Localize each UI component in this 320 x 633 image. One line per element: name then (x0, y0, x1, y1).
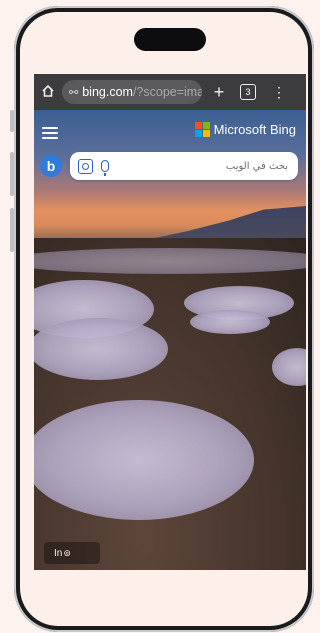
search-box[interactable] (70, 152, 298, 180)
background-mountain (136, 206, 306, 242)
search-input[interactable] (109, 159, 290, 173)
url-host: bing.com (82, 85, 133, 99)
bing-logo[interactable]: Microsoft Bing (194, 122, 296, 137)
salt-flat (190, 310, 270, 334)
camera-search-icon[interactable] (78, 158, 93, 174)
copilot-button[interactable]: b (40, 155, 62, 177)
dynamic-island (134, 28, 206, 51)
location-pin-icon: ⊚ (63, 547, 71, 558)
volume-up-button (10, 152, 14, 196)
background-image (34, 238, 306, 570)
more-vert-icon[interactable]: ⋮ (264, 84, 294, 101)
browser-screen: ⚯ bing.com/?scope=imag + 3 ⋮ Microsoft (34, 74, 306, 570)
search-row: b (40, 152, 298, 180)
url-path: /?scope=imag (132, 85, 202, 99)
salt-flat (34, 400, 254, 520)
salt-flat (34, 248, 306, 274)
tune-icon[interactable]: ⚯ (69, 86, 78, 99)
address-bar[interactable]: ⚯ bing.com/?scope=imag (62, 80, 202, 104)
plus-icon[interactable]: + (202, 82, 236, 103)
browser-toolbar: ⚯ bing.com/?scope=imag + 3 ⋮ (34, 74, 306, 110)
logo-square-blue (194, 130, 202, 137)
salt-flat (34, 318, 168, 380)
image-info-button[interactable]: In ⊚ (44, 542, 100, 564)
brand-name: Microsoft Bing (213, 122, 296, 137)
mic-icon[interactable] (101, 160, 109, 176)
home-icon[interactable] (34, 84, 62, 101)
logo-square-red (194, 122, 202, 129)
tab-count-icon[interactable]: 3 (240, 84, 256, 100)
microsoft-logo-icon (194, 122, 210, 137)
info-label: In (54, 547, 63, 559)
mute-switch (10, 110, 14, 132)
hamburger-icon[interactable] (42, 124, 58, 142)
volume-down-button (10, 208, 14, 252)
bing-homepage: Microsoft Bing b In⊚ (34, 110, 306, 570)
salt-flat (272, 348, 306, 386)
logo-square-green (202, 122, 210, 129)
logo-square-yellow (202, 130, 210, 137)
